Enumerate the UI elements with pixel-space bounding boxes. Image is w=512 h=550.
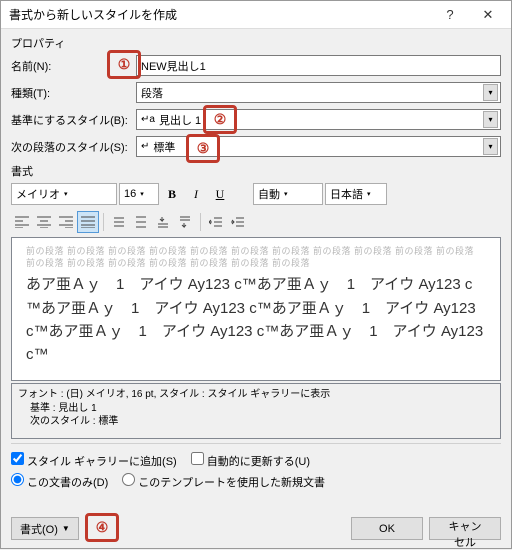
chevron-down-icon: ▾ <box>140 190 144 198</box>
divider <box>11 443 501 444</box>
para-icon: ↵a <box>141 114 155 125</box>
font-color-combo[interactable]: 自動▾ <box>253 183 323 205</box>
add-to-gallery-checkbox[interactable]: スタイル ギャラリーに追加(S) <box>11 452 177 469</box>
separator <box>103 213 104 231</box>
chevron-down-icon: ▾ <box>483 84 498 101</box>
callout-3: ③ <box>186 134 220 163</box>
preview-pane: 前の段落 前の段落 前の段落 前の段落 前の段落 前の段落 前の段落 前の段落 … <box>11 237 501 381</box>
align-justify-button[interactable] <box>77 211 99 233</box>
line-spacing-1-button[interactable] <box>108 211 130 233</box>
underline-button[interactable]: U <box>209 183 231 205</box>
template-radio[interactable]: このテンプレートを使用した新規文書 <box>122 473 325 490</box>
section-format: 書式 <box>11 163 501 179</box>
paragraph-toolbar <box>11 209 501 233</box>
base-value: 見出し 1 <box>159 112 201 128</box>
desc-line-2: 基準 : 見出し 1 <box>18 402 494 416</box>
style-description: フォント : (日) メイリオ, 16 pt, スタイル : スタイル ギャラリ… <box>11 383 501 439</box>
close-button[interactable]: ✕ <box>469 3 507 27</box>
format-menu-button[interactable]: 書式(O)▼ <box>11 517 79 540</box>
dialog-title: 書式から新しいスタイルを作成 <box>9 6 431 23</box>
bold-button[interactable]: B <box>161 183 183 205</box>
align-right-button[interactable] <box>55 211 77 233</box>
cancel-button[interactable]: キャンセル <box>429 517 501 540</box>
type-value: 段落 <box>141 85 163 101</box>
callout-2: ② <box>203 105 237 134</box>
chevron-down-icon: ▼ <box>62 524 70 533</box>
separator <box>200 213 201 231</box>
desc-line-1: フォント : (日) メイリオ, 16 pt, スタイル : スタイル ギャラリ… <box>18 388 494 402</box>
indent-increase-button[interactable] <box>227 211 249 233</box>
chevron-down-icon: ▾ <box>64 190 68 198</box>
ok-button[interactable]: OK <box>351 517 423 540</box>
space-after-button[interactable] <box>174 211 196 233</box>
chevron-down-icon: ▾ <box>483 138 498 155</box>
next-value: 標準 <box>153 139 175 155</box>
font-size-combo[interactable]: 16▾ <box>119 183 159 205</box>
format-toolbar: メイリオ▾ 16▾ B I U 自動▾ 日本語▾ <box>11 183 501 205</box>
space-before-button[interactable] <box>152 211 174 233</box>
line-spacing-2-button[interactable] <box>130 211 152 233</box>
base-label: 基準にするスタイル(B): <box>11 112 136 128</box>
title-bar: 書式から新しいスタイルを作成 ? ✕ <box>1 1 511 29</box>
font-name-combo[interactable]: メイリオ▾ <box>11 183 117 205</box>
type-combo[interactable]: 段落 ▾ <box>136 82 501 103</box>
options-group: スタイル ギャラリーに追加(S) 自動的に更新する(U) この文書のみ(D) こ… <box>11 452 501 490</box>
dialog-footer: 書式(O)▼ ④ OK キャンセル <box>11 517 501 540</box>
callout-1: ① <box>107 50 141 79</box>
align-left-button[interactable] <box>11 211 33 233</box>
para-icon: ↵ <box>141 141 149 152</box>
chevron-down-icon: ▾ <box>284 190 288 198</box>
name-input[interactable] <box>136 55 501 76</box>
next-label: 次の段落のスタイル(S): <box>11 139 136 155</box>
italic-button[interactable]: I <box>185 183 207 205</box>
base-style-combo[interactable]: ↵a 見出し 1 ▾ <box>136 109 501 130</box>
dialog-create-style: 書式から新しいスタイルを作成 ? ✕ プロパティ 名前(N): ① 種類(T):… <box>0 0 512 549</box>
type-label: 種類(T): <box>11 85 136 101</box>
indent-decrease-button[interactable] <box>205 211 227 233</box>
chevron-down-icon: ▾ <box>367 190 371 198</box>
desc-line-3: 次のスタイル : 標準 <box>18 415 494 429</box>
callout-4: ④ <box>85 513 119 542</box>
chevron-down-icon: ▾ <box>483 111 498 128</box>
help-button[interactable]: ? <box>431 3 469 27</box>
preview-context-before: 前の段落 前の段落 前の段落 前の段落 前の段落 前の段落 前の段落 前の段落 … <box>26 246 486 269</box>
this-document-radio[interactable]: この文書のみ(D) <box>11 473 108 490</box>
lang-combo[interactable]: 日本語▾ <box>325 183 387 205</box>
preview-sample-text: あア亜Ａｙ 1 アイウ Ay123 c™あア亜Ａｙ 1 アイウ Ay123 c™… <box>26 273 486 366</box>
auto-update-checkbox[interactable]: 自動的に更新する(U) <box>191 452 310 469</box>
section-properties: プロパティ <box>11 35 501 51</box>
align-center-button[interactable] <box>33 211 55 233</box>
